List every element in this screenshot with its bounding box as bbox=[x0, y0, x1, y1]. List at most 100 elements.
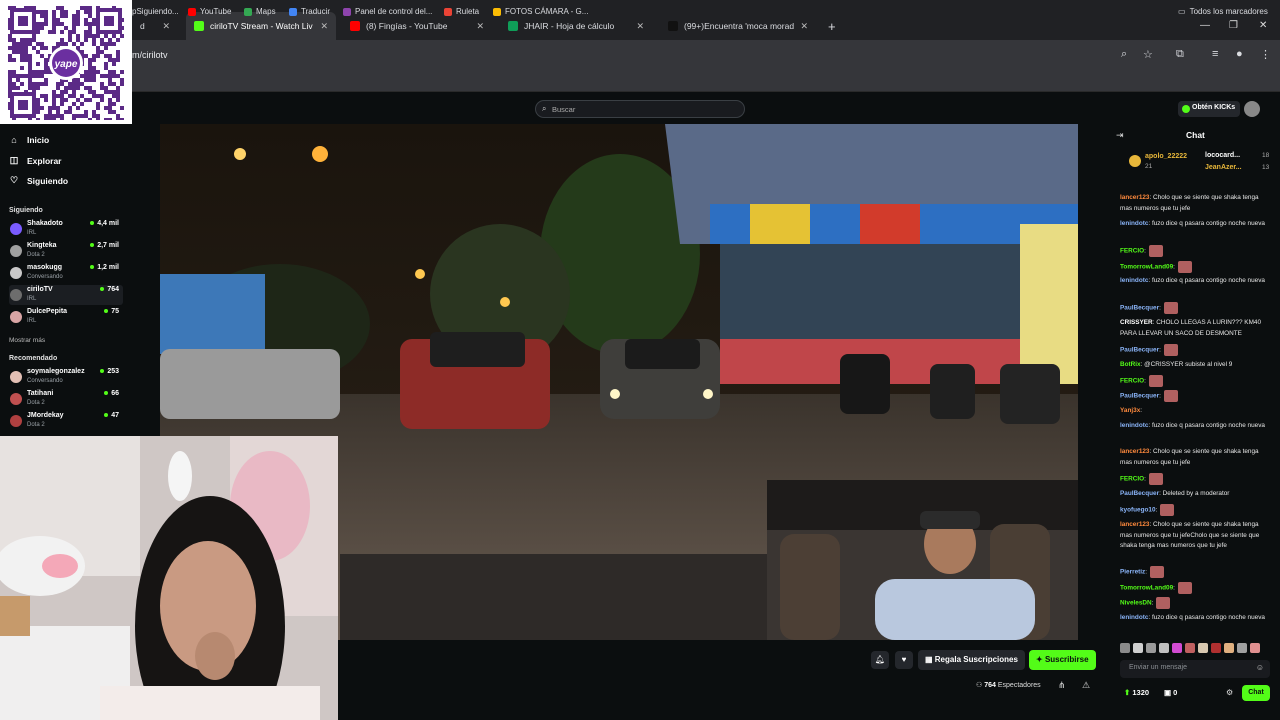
chat-message: CRISSYER: CHOLO LLEGAS A LURIN??? KM40 P… bbox=[1120, 318, 1270, 339]
close-window-icon[interactable]: ✕ bbox=[1259, 20, 1267, 31]
emote-icon[interactable] bbox=[1250, 643, 1260, 653]
minimize-icon[interactable]: — bbox=[1200, 20, 1210, 31]
sidebar-channel[interactable]: ciriloTV IRL 764 bbox=[9, 285, 123, 305]
collapse-chat-icon[interactable]: ⇥ bbox=[1116, 130, 1124, 141]
emote-icon[interactable] bbox=[1133, 643, 1143, 653]
tab-close-icon[interactable]: ✕ bbox=[476, 21, 484, 32]
nav-siguiendo[interactable]: ♡ Siguiendo bbox=[9, 175, 68, 186]
bookmark-item[interactable]: YouTube bbox=[188, 7, 231, 16]
emote-icon[interactable] bbox=[1172, 643, 1182, 653]
share-icon[interactable]: ⋔ bbox=[1058, 680, 1066, 691]
zoom-icon[interactable]: ⌕ bbox=[1121, 48, 1127, 61]
show-more-link[interactable]: Mostrar más bbox=[9, 337, 45, 344]
tab-close-icon[interactable]: ✕ bbox=[320, 21, 328, 32]
subscribe-button[interactable]: ✦ Suscribirse bbox=[1029, 650, 1096, 670]
bookmark-item[interactable]: Traducir bbox=[289, 7, 330, 16]
emote-bar[interactable] bbox=[1120, 643, 1270, 657]
chat-username[interactable]: lenindotc bbox=[1120, 277, 1148, 284]
browser-tab[interactable]: JHAIR - Hoja de cálculo ✕ bbox=[500, 12, 652, 40]
emoji-icon[interactable]: ☺ bbox=[1256, 663, 1264, 672]
emote-icon[interactable] bbox=[1224, 643, 1234, 653]
tab-close-icon[interactable]: ✕ bbox=[162, 21, 170, 32]
extensions-icon[interactable]: ⧉ bbox=[1176, 48, 1184, 61]
bookmark-favicon-icon bbox=[343, 7, 351, 16]
tab-close-icon[interactable]: ✕ bbox=[800, 21, 808, 32]
bookmark-item[interactable]: Ruleta bbox=[444, 7, 479, 16]
browser-tab[interactable]: ciriloTV Stream - Watch Liv ✕ bbox=[186, 12, 336, 40]
chat-message: PaulBecquer: Deleted by a moderator bbox=[1120, 489, 1270, 500]
sidebar-channel[interactable]: Tatihani Dota 2 66 bbox=[9, 389, 123, 409]
all-bookmarks[interactable]: ▭ Todos los marcadores bbox=[1178, 7, 1268, 16]
chat-username[interactable]: lenindotc bbox=[1120, 614, 1148, 621]
chat-username[interactable]: NivelesDN bbox=[1120, 600, 1152, 607]
chat-username[interactable]: BotRix bbox=[1120, 361, 1141, 368]
sidebar-channel[interactable]: Kingteka Dota 2 2,7 mil bbox=[9, 241, 123, 261]
gift-subs-button[interactable]: ▦ Regala Suscripciones bbox=[918, 650, 1025, 670]
get-kicks-button[interactable]: Obtén KICKs bbox=[1178, 101, 1241, 117]
emote-icon bbox=[1163, 302, 1178, 314]
chat-username[interactable]: TomorrowLand09 bbox=[1120, 264, 1173, 271]
media-icon[interactable]: ≡ bbox=[1212, 48, 1218, 60]
chat-username[interactable]: FERCIO bbox=[1120, 378, 1144, 385]
emote-icon[interactable] bbox=[1211, 643, 1221, 653]
chat-username[interactable]: CRISSYER bbox=[1120, 319, 1153, 326]
emote-icon[interactable] bbox=[1237, 643, 1247, 653]
channel-points[interactable]: ⬆ 1320 bbox=[1124, 688, 1149, 697]
bookmark-item[interactable]: FOTOS CÁMARA - G... bbox=[493, 7, 588, 16]
chat-username[interactable]: Pierretiz bbox=[1120, 569, 1145, 576]
bookmark-item[interactable]: Maps bbox=[244, 7, 276, 16]
browser-tab[interactable]: (99+)Encuentra 'moca moradit ✕ bbox=[660, 12, 816, 40]
emote-icon[interactable] bbox=[1159, 643, 1169, 653]
chat-username[interactable]: Yanj3x bbox=[1120, 407, 1140, 414]
chat-username[interactable]: lancer123 bbox=[1120, 448, 1150, 455]
chat-settings-icon[interactable]: ⚙ bbox=[1226, 688, 1233, 697]
gift-count[interactable]: ▣ 0 bbox=[1164, 688, 1177, 697]
menu-icon[interactable]: ⋮ bbox=[1260, 48, 1271, 61]
tab-close-icon[interactable]: ✕ bbox=[636, 21, 644, 32]
url-text[interactable]: m/cirilotv bbox=[132, 50, 168, 60]
sidebar-channel[interactable]: Shakadoto IRL 4,4 mil bbox=[9, 219, 123, 239]
chat-username[interactable]: FERCIO bbox=[1120, 476, 1144, 483]
bookmark-favicon-icon bbox=[289, 7, 297, 16]
emote-icon[interactable] bbox=[1185, 643, 1195, 653]
follow-heart-icon[interactable]: ♥ bbox=[895, 651, 913, 669]
emote-icon[interactable] bbox=[1198, 643, 1208, 653]
tab-favicon-icon bbox=[194, 21, 204, 31]
chat-username[interactable]: lenindotc bbox=[1120, 422, 1148, 429]
chat-username[interactable]: lenindotc bbox=[1120, 220, 1148, 227]
webcam-overlay bbox=[0, 436, 338, 720]
sidebar-channel[interactable]: masokugg Conversando 1,2 mil bbox=[9, 263, 123, 283]
following-title: Siguiendo bbox=[9, 207, 43, 214]
sidebar-channel[interactable]: DulcePepita IRL 75 bbox=[9, 307, 123, 327]
chat-username[interactable]: TomorrowLand09 bbox=[1120, 585, 1173, 592]
nav-explorar[interactable]: ◫ Explorar bbox=[9, 155, 62, 166]
sidebar-channel[interactable]: JMordekay Dota 2 47 bbox=[9, 411, 123, 431]
chat-username[interactable]: PaulBecquer bbox=[1120, 490, 1159, 497]
profile-icon[interactable]: ● bbox=[1236, 48, 1243, 60]
chat-username[interactable]: lancer123 bbox=[1120, 194, 1150, 201]
chat-input[interactable]: Enviar un mensaje ☺ bbox=[1120, 660, 1270, 678]
star-icon[interactable]: ☆ bbox=[1143, 48, 1153, 61]
bookmark-item[interactable]: Panel de control del... bbox=[343, 7, 432, 16]
browser-tab[interactable]: (8) Fingías - YouTube ✕ bbox=[342, 12, 492, 40]
user-avatar[interactable] bbox=[1244, 101, 1260, 117]
browser-tab[interactable]: d ✕ bbox=[132, 12, 178, 40]
emote-icon[interactable] bbox=[1146, 643, 1156, 653]
nav-inicio[interactable]: ⌂ Inicio bbox=[9, 135, 49, 145]
chat-username[interactable]: kyofuego10 bbox=[1120, 507, 1156, 514]
chat-username[interactable]: FERCIO bbox=[1120, 248, 1144, 255]
bookmark-item[interactable]: pSiguiendo... bbox=[132, 7, 179, 16]
chat-username[interactable]: PaulBecquer bbox=[1120, 305, 1159, 312]
report-icon[interactable]: ⚠ bbox=[1082, 680, 1090, 691]
chat-send-button[interactable]: Chat bbox=[1242, 685, 1270, 701]
sidebar-channel[interactable]: soymalegonzalez Conversando 253 bbox=[9, 367, 123, 387]
emote-icon[interactable] bbox=[1120, 643, 1130, 653]
address-bar[interactable]: m/cirilotv bbox=[0, 40, 1280, 68]
chat-username[interactable]: PaulBecquer bbox=[1120, 393, 1159, 400]
search-input[interactable]: ⌕ Buscar bbox=[535, 100, 745, 118]
chat-username[interactable]: lancer123 bbox=[1120, 521, 1150, 528]
notifications-bell-icon[interactable]: 🔔︎ bbox=[871, 651, 889, 669]
new-tab-button[interactable]: + bbox=[820, 12, 844, 40]
restore-icon[interactable]: ❐ bbox=[1229, 20, 1238, 31]
chat-username[interactable]: PaulBecquer bbox=[1120, 347, 1159, 354]
